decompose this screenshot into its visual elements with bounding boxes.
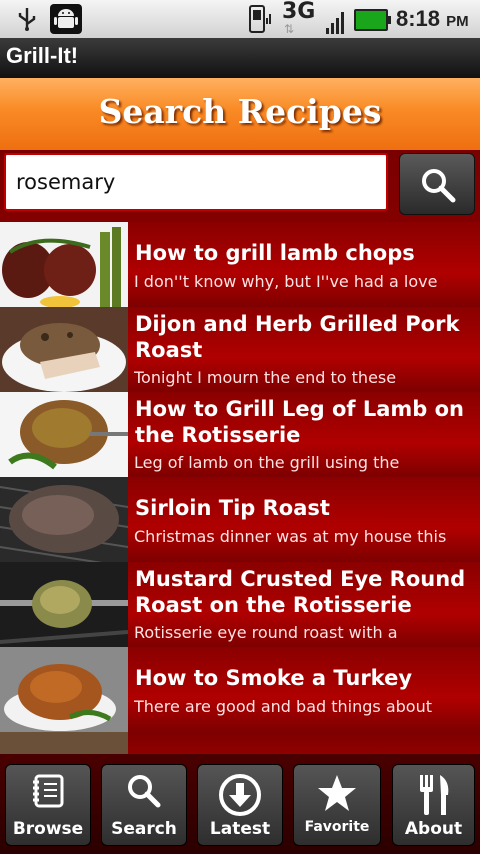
recipe-description: There are good and bad things about (134, 697, 432, 716)
recipe-item[interactable]: Mustard Crusted Eye Round Roast on the R… (0, 562, 480, 647)
recipe-title: How to grill lamb chops (135, 241, 415, 265)
download-arrow-icon (219, 774, 261, 816)
app-title: Grill-It! (6, 43, 79, 68)
recipe-thumbnail (0, 307, 128, 392)
search-input[interactable] (4, 153, 388, 211)
fork-knife-icon (419, 775, 448, 815)
recipe-description: Rotisserie eye round roast with a (134, 623, 398, 642)
star-icon (318, 775, 356, 811)
nav-about-label: About (404, 819, 463, 839)
nav-search-button[interactable]: Search (101, 764, 187, 846)
recipe-title: Sirloin Tip Roast (135, 496, 330, 520)
signal-bars-icon (326, 12, 344, 34)
recipe-title: Mustard Crusted Eye Round Roast on the R… (135, 567, 466, 617)
clock: 8:18 PM (396, 6, 469, 31)
search-button[interactable] (399, 153, 475, 215)
recipe-list[interactable]: How to grill lamb chops I don''t know wh… (0, 222, 480, 754)
recipe-thumbnail (0, 222, 128, 307)
android-debug-icon (50, 4, 82, 34)
nav-search-label: Search (111, 819, 177, 839)
nav-browse-button[interactable]: Browse (5, 764, 91, 846)
nav-latest-button[interactable]: Latest (197, 764, 283, 846)
notebook-icon (33, 774, 64, 808)
list-item-partial[interactable] (0, 732, 480, 754)
usb-icon (18, 8, 36, 31)
recipe-item[interactable]: Sirloin Tip Roast Christmas dinner was a… (0, 477, 480, 562)
recipe-thumbnail (0, 392, 128, 477)
nav-about-button[interactable]: About (392, 764, 475, 846)
page-header: Search Recipes (0, 78, 480, 150)
recipe-thumbnail (0, 562, 128, 647)
recipe-item[interactable]: How to Smoke a Turkey There are good and… (0, 647, 480, 732)
recipe-description: Leg of lamb on the grill using the (134, 453, 400, 472)
nav-favorite-label: Favorite (304, 819, 370, 835)
nav-favorite-button[interactable]: Favorite (293, 764, 381, 846)
nav-browse-label: Browse (12, 819, 84, 839)
recipe-item[interactable]: How to grill lamb chops I don''t know wh… (0, 222, 480, 307)
phone-signal-icon (249, 5, 271, 33)
recipe-description: I don''t know why, but I''ve had a love (134, 272, 438, 291)
recipe-thumbnail (0, 477, 128, 562)
recipe-item[interactable]: Dijon and Herb Grilled Pork Roast Tonigh… (0, 307, 480, 392)
recipe-item[interactable]: How to Grill Leg of Lamb on the Rotisser… (0, 392, 480, 477)
recipe-title: Dijon and Herb Grilled Pork Roast (135, 312, 460, 362)
status-bar: 3G ⇅ 8:18 PM (0, 0, 480, 38)
recipe-thumbnail (0, 732, 128, 754)
search-icon (422, 169, 456, 203)
recipe-thumbnail (0, 647, 128, 732)
recipe-title: How to Grill Leg of Lamb on the Rotisser… (135, 397, 464, 447)
search-icon (128, 775, 161, 808)
network-type: 3G (282, 0, 316, 24)
bottom-nav: Browse Search Latest Favorite About (0, 754, 480, 854)
recipe-title: How to Smoke a Turkey (135, 666, 413, 690)
page-title: Search Recipes (98, 92, 382, 131)
battery-icon (354, 9, 391, 31)
data-arrows-icon: ⇅ (284, 22, 294, 36)
recipe-description: Christmas dinner was at my house this (134, 527, 447, 546)
app-title-bar: Grill-It! (0, 38, 480, 78)
nav-latest-label: Latest (209, 819, 271, 839)
recipe-description: Tonight I mourn the end to these (134, 368, 397, 387)
